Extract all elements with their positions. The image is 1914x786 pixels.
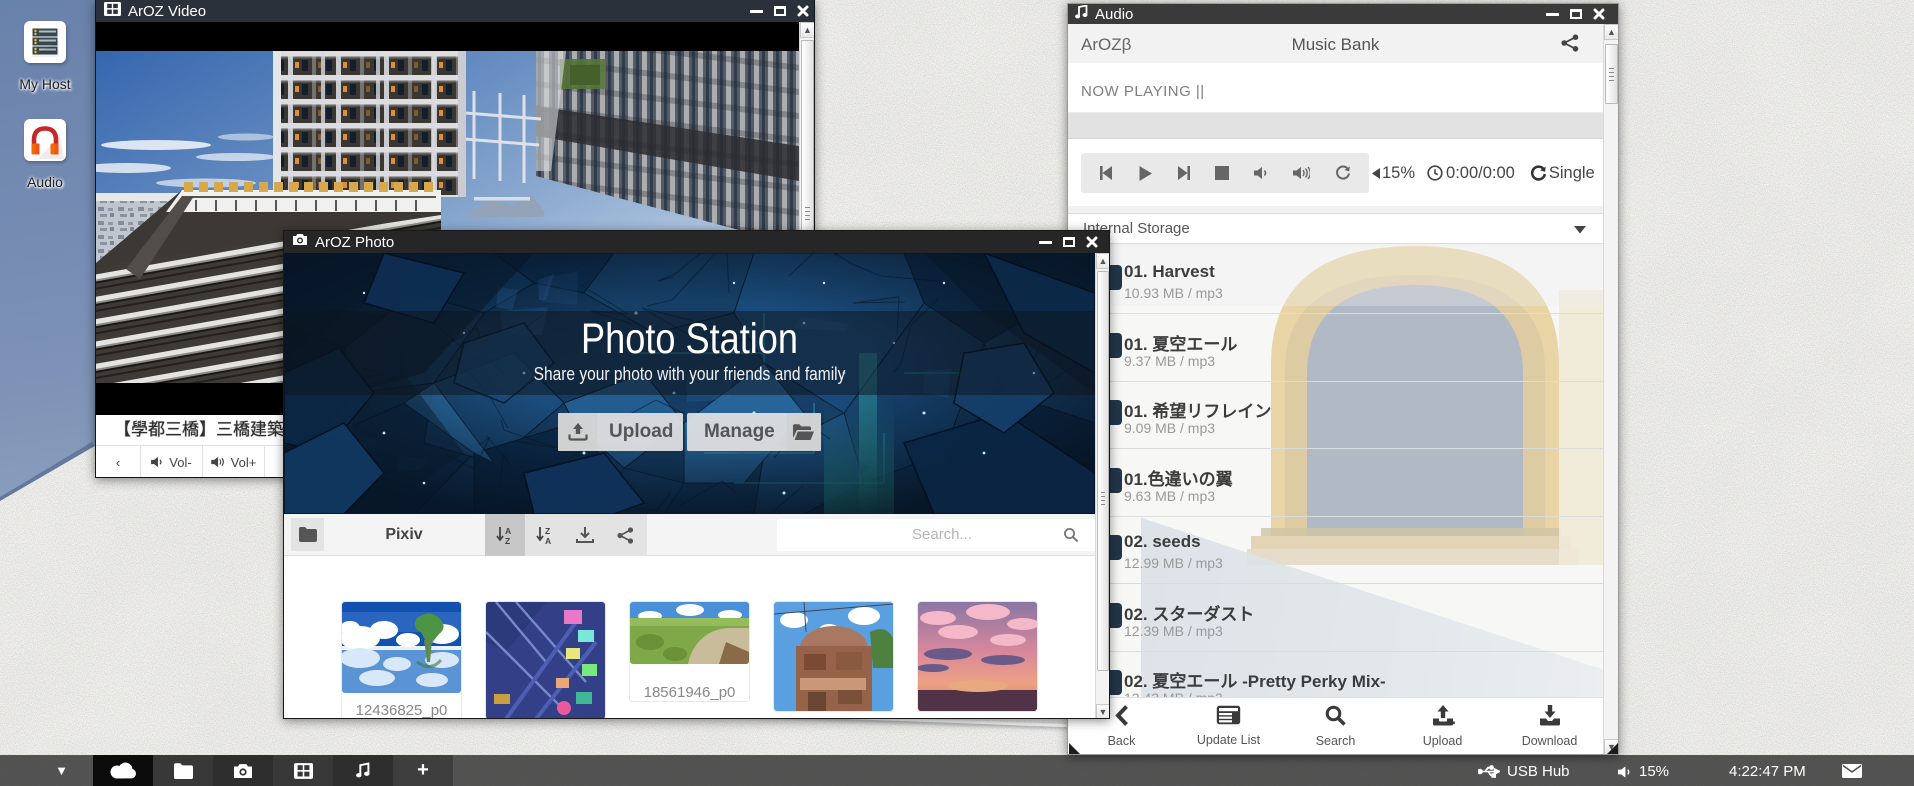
svg-text:Z: Z: [545, 526, 550, 536]
svg-text:Z: Z: [505, 536, 510, 545]
svg-text:A: A: [505, 526, 511, 536]
svg-text:A: A: [545, 536, 551, 545]
